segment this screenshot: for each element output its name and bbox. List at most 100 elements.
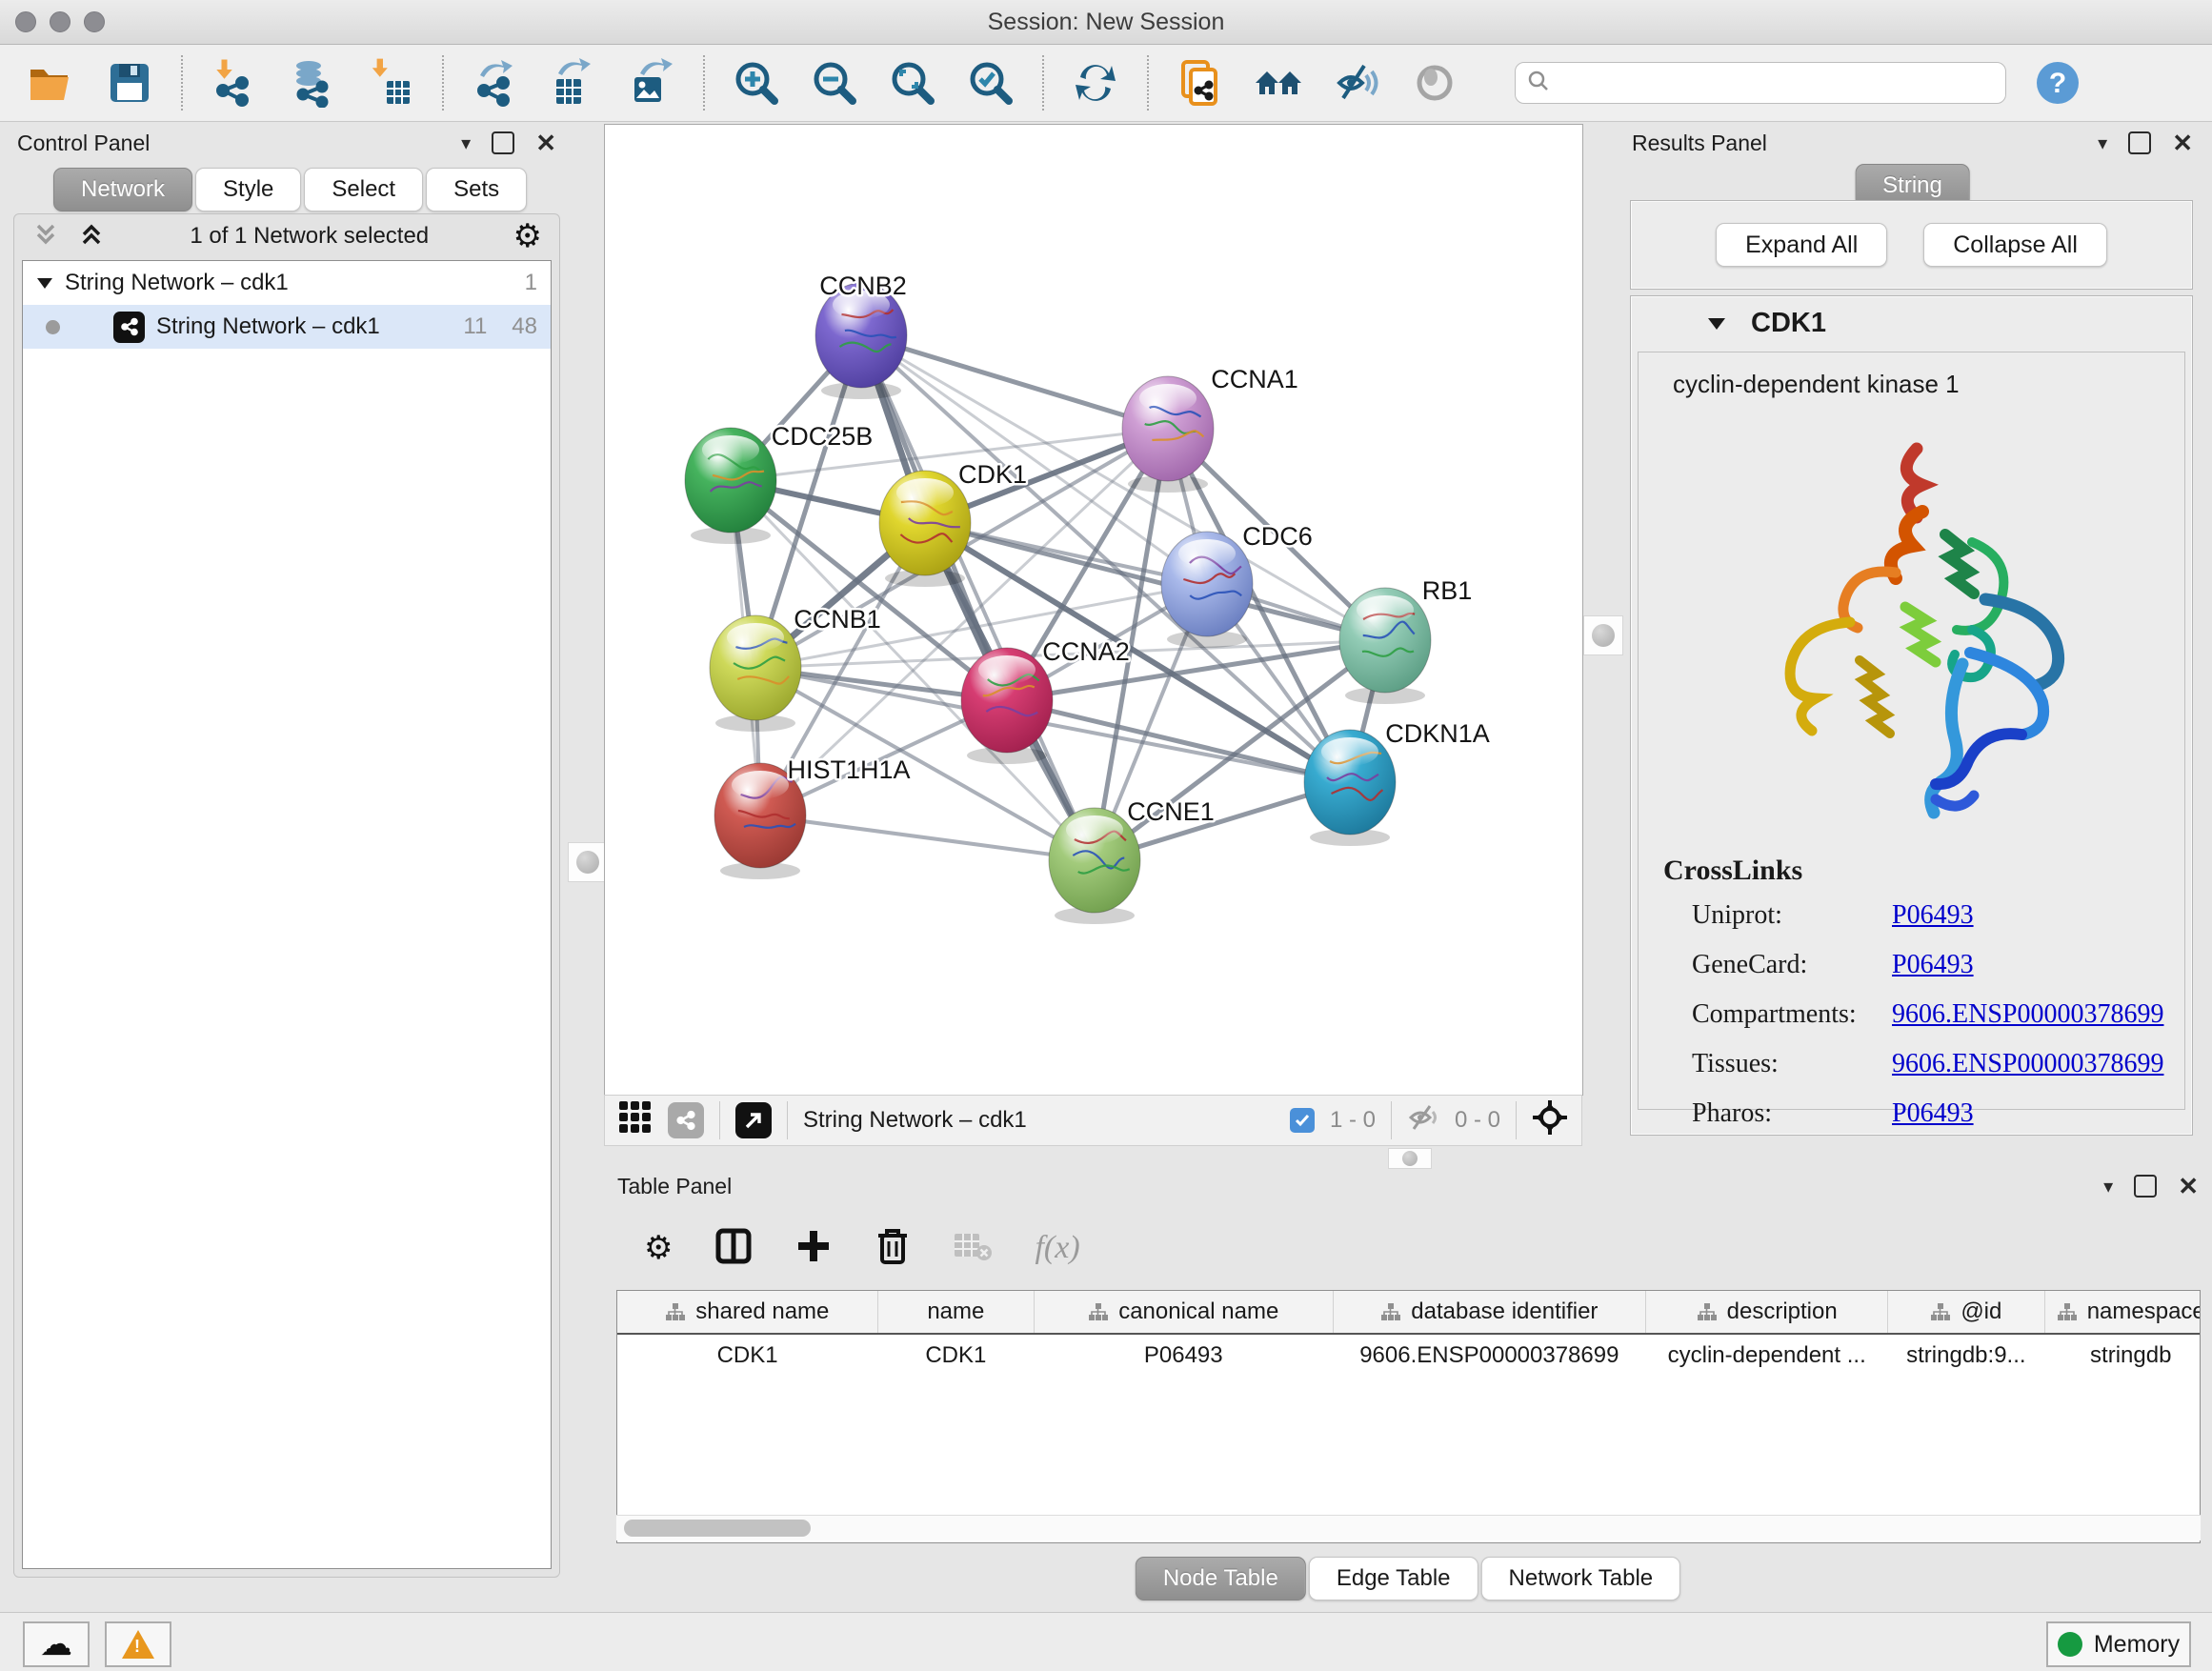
table-panel-title: Table Panel <box>617 1174 2103 1199</box>
collapse-all-button[interactable]: Collapse All <box>1923 223 2107 267</box>
network-node-rb1[interactable] <box>1339 588 1431 704</box>
hide-glasses-icon[interactable] <box>1332 58 1381 108</box>
close-panel-icon[interactable]: ✕ <box>2178 1172 2199 1201</box>
toolbar-search-field[interactable] <box>1515 62 2006 104</box>
column-header[interactable]: canonical name <box>1035 1291 1334 1334</box>
network-row-selected[interactable]: String Network – cdk1 11 48 <box>23 305 551 349</box>
tab-sets[interactable]: Sets <box>426 168 527 211</box>
crosslink-link[interactable]: 9606.ENSP00000378699 <box>1892 999 2163 1030</box>
network-canvas[interactable]: CCNB2CCNA1CDC25BCDK1CDC6RB1CCNB1CCNA2CDK… <box>604 124 1583 1096</box>
network-node-cdc25b[interactable] <box>685 428 776 544</box>
float-panel-icon[interactable] <box>2128 131 2151 154</box>
crosslink-link[interactable]: 9606.ENSP00000378699 <box>1892 1049 2163 1079</box>
help-icon[interactable]: ? <box>2033 58 2082 108</box>
float-panel-icon[interactable] <box>2134 1175 2157 1198</box>
crosslink-link[interactable]: P06493 <box>1892 950 1974 980</box>
warnings-button[interactable]: ! <box>105 1621 171 1667</box>
table-cell[interactable]: stringdb:9... <box>1888 1334 2044 1377</box>
home-networks-icon[interactable] <box>1254 58 1303 108</box>
zoom-fit-icon[interactable] <box>888 58 937 108</box>
import-table-icon[interactable] <box>366 58 415 108</box>
float-panel-icon[interactable] <box>492 131 514 154</box>
table-cell[interactable]: stringdb <box>2044 1334 2201 1377</box>
left-splitter-handle[interactable] <box>568 842 608 882</box>
bottom-splitter-handle[interactable] <box>1388 1148 1432 1169</box>
column-header[interactable]: database identifier <box>1333 1291 1646 1334</box>
expand-all-button[interactable]: Expand All <box>1716 223 1887 267</box>
table-type-tabs: Node Table Edge Table Network Table <box>1136 1557 1680 1601</box>
panel-menu-icon[interactable]: ▾ <box>461 131 471 155</box>
tab-node-table[interactable]: Node Table <box>1136 1557 1306 1601</box>
column-header[interactable]: @id <box>1888 1291 2044 1334</box>
crosslink-link[interactable]: P06493 <box>1892 900 1974 931</box>
network-collection-row[interactable]: String Network – cdk1 1 <box>23 261 551 305</box>
column-header[interactable]: namespace <box>2044 1291 2201 1334</box>
tab-style[interactable]: Style <box>195 168 301 211</box>
node-label-ccna2: CCNA2 <box>1042 637 1130 666</box>
expand-all-networks-icon[interactable] <box>77 220 106 253</box>
zoom-out-icon[interactable] <box>810 58 859 108</box>
delete-column-icon[interactable] <box>875 1226 911 1271</box>
table-horizontal-scrollbar[interactable] <box>616 1515 2201 1540</box>
collection-expand-icon[interactable] <box>36 276 53 290</box>
tab-select[interactable]: Select <box>304 168 423 211</box>
zoom-selected-icon[interactable] <box>966 58 1016 108</box>
apply-layout-icon[interactable] <box>1071 58 1120 108</box>
open-session-icon[interactable] <box>27 58 76 108</box>
column-header[interactable]: description <box>1646 1291 1888 1334</box>
right-splitter-handle[interactable] <box>1583 615 1623 655</box>
network-node-ccnb1[interactable] <box>710 615 801 732</box>
network-node-cdkn1a[interactable] <box>1304 730 1396 846</box>
birdseye-grid-icon[interactable] <box>618 1100 653 1141</box>
show-eye-icon[interactable] <box>1410 58 1459 108</box>
close-panel-icon[interactable]: ✕ <box>2172 129 2193 158</box>
cloud-icon: ☁ <box>40 1628 72 1661</box>
save-session-icon[interactable] <box>105 58 154 108</box>
add-column-icon[interactable] <box>794 1227 833 1270</box>
search-input[interactable] <box>1558 69 1994 97</box>
section-collapse-icon[interactable] <box>1707 316 1726 331</box>
memory-label: Memory <box>2094 1631 2180 1659</box>
import-network-from-database-icon[interactable] <box>288 58 337 108</box>
tab-edge-table[interactable]: Edge Table <box>1309 1557 1478 1601</box>
scrollbar-thumb[interactable] <box>624 1520 811 1537</box>
string-network-badge-icon[interactable] <box>668 1102 704 1138</box>
selected-items-checkbox-icon[interactable] <box>1290 1108 1315 1133</box>
collapse-all-networks-icon[interactable] <box>31 220 60 253</box>
crosslink-label: GeneCard: <box>1692 950 1892 980</box>
table-cell[interactable]: CDK1 <box>617 1334 877 1377</box>
table-cell[interactable]: CDK1 <box>877 1334 1034 1377</box>
zoom-in-icon[interactable] <box>732 58 781 108</box>
clipboard-documents-icon[interactable] <box>1176 58 1225 108</box>
network-node-ccnb2[interactable] <box>815 283 907 399</box>
export-network-icon[interactable] <box>471 58 520 108</box>
tab-network[interactable]: Network <box>53 168 192 211</box>
network-node-ccna1[interactable] <box>1122 376 1214 493</box>
export-table-icon[interactable] <box>549 58 598 108</box>
column-header[interactable]: name <box>877 1291 1034 1334</box>
status-bar: ☁ ! Memory <box>0 1612 2212 1671</box>
tab-network-table[interactable]: Network Table <box>1481 1557 1681 1601</box>
panel-menu-icon[interactable]: ▾ <box>2098 131 2107 155</box>
open-in-new-window-icon[interactable] <box>735 1102 772 1138</box>
network-view-toolbar: String Network – cdk1 1 - 0 0 - 0 <box>604 1095 1582 1146</box>
table-cell[interactable]: 9606.ENSP00000378699 <box>1333 1334 1646 1377</box>
export-image-icon[interactable] <box>627 58 676 108</box>
show-columns-icon[interactable] <box>714 1227 753 1270</box>
panel-menu-icon[interactable]: ▾ <box>2103 1175 2113 1198</box>
memory-button[interactable]: Memory <box>2046 1621 2191 1667</box>
table-cell[interactable]: P06493 <box>1035 1334 1334 1377</box>
crosslink-link[interactable]: P06493 <box>1892 1098 1974 1129</box>
node-label-cdkn1a: CDKN1A <box>1385 719 1490 748</box>
close-panel-icon[interactable]: ✕ <box>535 129 556 158</box>
table-options-gear-icon[interactable]: ⚙ <box>644 1232 673 1264</box>
table-cell[interactable]: cyclin-dependent ... <box>1646 1334 1888 1377</box>
table-row[interactable]: CDK1CDK1P064939606.ENSP00000378699cyclin… <box>617 1334 2201 1377</box>
import-network-icon[interactable] <box>210 58 259 108</box>
column-header[interactable]: shared name <box>617 1291 877 1334</box>
network-edge[interactable] <box>861 335 1168 429</box>
cloud-status-button[interactable]: ☁ <box>23 1621 90 1667</box>
network-options-gear-icon[interactable]: ⚙ <box>513 220 542 252</box>
fit-content-crosshair-icon[interactable] <box>1532 1099 1568 1142</box>
network-edge[interactable] <box>760 815 1095 860</box>
